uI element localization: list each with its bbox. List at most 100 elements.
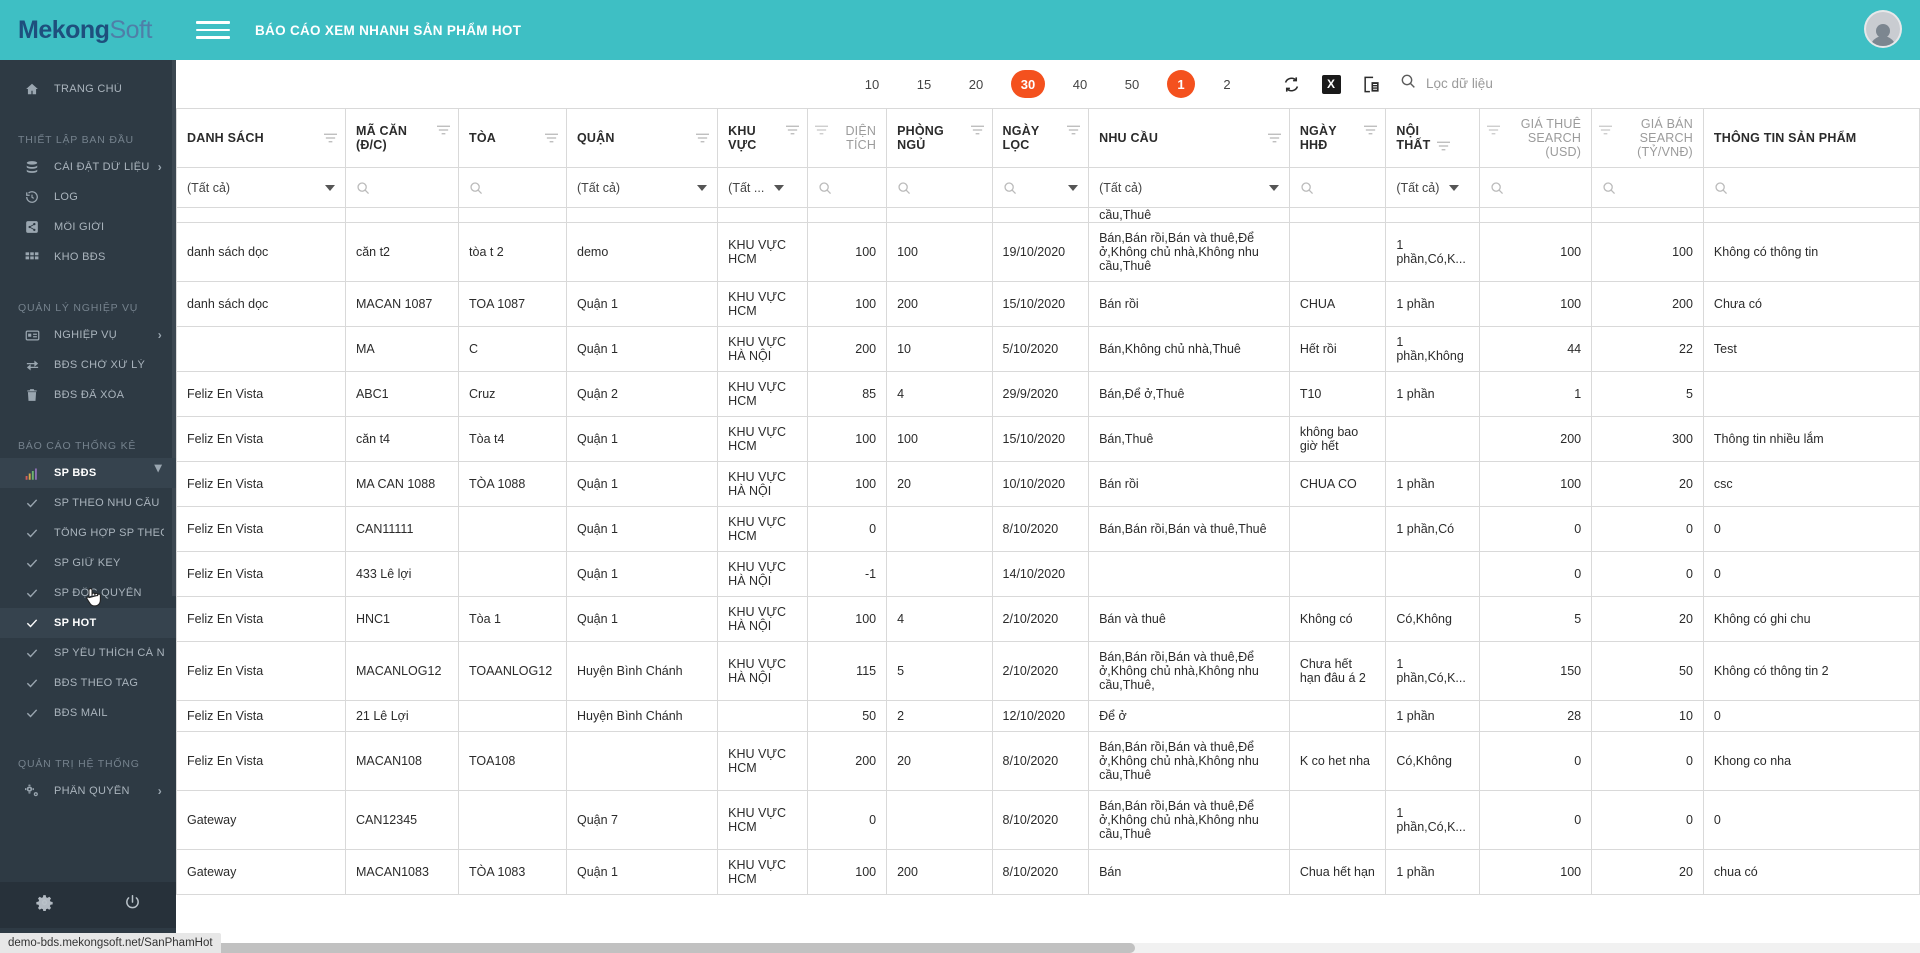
col-header-gia-ban-search[interactable]: GIÁ BÁN SEARCH (tỷ/VNĐ) xyxy=(1591,108,1704,168)
table-row[interactable]: Feliz En Vista MACANLOG12 TOAANLOG12 Huyện … xyxy=(176,641,1920,701)
table-row[interactable]: danh sách dọc căn t2 tòa t 2 demo KHU VỰC HC… xyxy=(176,222,1920,282)
filter-icon[interactable] xyxy=(815,125,829,135)
filter-cell-thong-tin[interactable] xyxy=(1702,167,1920,208)
filter-icon[interactable] xyxy=(786,125,800,135)
filter-cell-danh-sach[interactable]: (Tất cả) xyxy=(176,167,346,208)
col-header-toa[interactable]: TÒA xyxy=(458,108,567,168)
col-header-quan[interactable]: QUẬN xyxy=(565,108,719,168)
filter-icon[interactable] xyxy=(1487,125,1501,135)
search-icon[interactable] xyxy=(1003,181,1017,195)
table-row[interactable]: Feliz En Vista HNC1 Tòa 1 Quận 1 KHU VỰC HÀ … xyxy=(176,596,1920,642)
table-row[interactable]: Feliz En Vista ABC1 Cruz Quận 2 KHU VỰC HCM 8… xyxy=(176,371,1920,417)
col-header-noi-that[interactable]: NỘI THẤT xyxy=(1385,108,1481,168)
sidebar-item-phan-quyen[interactable]: PHÂN QUYỀN › xyxy=(0,776,176,806)
settings-button[interactable] xyxy=(0,894,88,916)
col-header-ngay-loc[interactable]: NGÀY LỌC xyxy=(991,108,1090,168)
page-size-15[interactable]: 15 xyxy=(907,70,941,98)
sidebar-item-home[interactable]: TRANG CHỦ xyxy=(0,74,176,104)
sidebar-item-bds-mail[interactable]: BĐS MAIL xyxy=(0,698,176,728)
page-number-2[interactable]: 2 xyxy=(1213,70,1241,98)
page-size-40[interactable]: 40 xyxy=(1063,70,1097,98)
sidebar-item-kho-bds[interactable]: KHO BĐS xyxy=(0,242,176,272)
page-size-30[interactable]: 30 xyxy=(1011,70,1045,98)
chevron-down-icon[interactable] xyxy=(1268,184,1279,191)
sidebar-item-cai-dat-du-lieu[interactable]: CÀI ĐẶT DỮ LIỆU › xyxy=(0,152,176,182)
col-header-ma-can[interactable]: MÃ CĂN (Đ/C) xyxy=(344,108,460,168)
filter-cell-phong-ngu[interactable] xyxy=(886,167,993,208)
sidebar-item-tong-hop-sp-theo-nc[interactable]: TỔNG HỢP SP THEO N/C xyxy=(0,518,176,548)
chevron-down-icon[interactable] xyxy=(697,184,708,191)
brand-logo[interactable]: MekongSoft xyxy=(0,0,176,60)
search-icon[interactable] xyxy=(818,181,832,195)
sidebar-item-sp-hot[interactable]: SP HOT xyxy=(0,608,176,638)
search-icon[interactable] xyxy=(1300,181,1314,195)
sidebar-item-bds-da-xoa[interactable]: BĐS ĐÃ XÓA xyxy=(0,380,176,410)
filter-cell-ngay-hhd[interactable] xyxy=(1288,167,1387,208)
filter-cell-noi-that[interactable]: (Tất cả) xyxy=(1385,167,1481,208)
filter-cell-toa[interactable] xyxy=(458,167,567,208)
sidebar-item-bds-cho-xu-ly[interactable]: BĐS CHỜ XỬ LÝ xyxy=(0,350,176,380)
table-row[interactable]: danh sách dọc MACAN 1087 TOA 1087 Quận 1 KHU… xyxy=(176,281,1920,327)
sidebar-item-bds-theo-tag[interactable]: BĐS THEO TAG xyxy=(0,668,176,698)
chevron-down-icon[interactable] xyxy=(1068,184,1079,191)
table-row[interactable]: Feliz En Vista 433 Lê lợi Quận 1 KHU VỰC HÀ… xyxy=(176,551,1920,597)
chevron-down-icon[interactable] xyxy=(1449,184,1460,191)
logout-button[interactable] xyxy=(88,894,176,916)
search-icon[interactable] xyxy=(1714,181,1728,195)
filter-icon[interactable] xyxy=(1267,133,1281,143)
filter-icon[interactable] xyxy=(696,133,710,143)
filter-icon[interactable] xyxy=(970,125,984,135)
page-number-1[interactable]: 1 xyxy=(1167,70,1195,98)
filter-icon[interactable] xyxy=(437,125,451,135)
sidebar-item-sp-doc-quyen[interactable]: SP ĐỘC QUYỀN xyxy=(0,578,176,608)
table-row[interactable]: Gateway MACAN1083 TÒA 1083 Quận 1 KHU VỰC HC… xyxy=(176,849,1920,895)
sidebar-item-sp-giu-key[interactable]: SP GIỮ KEY xyxy=(0,548,176,578)
filter-cell-ngay-loc[interactable] xyxy=(991,167,1090,208)
sidebar-item-nghiep-vu[interactable]: NGHIỆP VỤ › xyxy=(0,320,176,350)
filter-cell-gia-thue[interactable] xyxy=(1479,167,1593,208)
col-header-nhu-cau[interactable]: NHU CẦU xyxy=(1088,108,1290,168)
horizontal-scrollbar[interactable] xyxy=(176,943,1920,953)
filter-cell-ma-can[interactable] xyxy=(344,167,460,208)
search-icon[interactable] xyxy=(1490,181,1504,195)
table-row[interactable]: Feliz En Vista MACAN108 TOA108 KHU VỰC HCM 2… xyxy=(176,731,1920,791)
filter-cell-khu-vuc[interactable]: (Tất ... xyxy=(717,167,809,208)
sidebar-item-sp-yeu-thich-ca-nhan[interactable]: SP YÊU THÍCH CÁ NHÂN xyxy=(0,638,176,668)
search-icon[interactable] xyxy=(356,181,370,195)
user-avatar[interactable] xyxy=(1864,10,1902,48)
page-size-10[interactable]: 10 xyxy=(855,70,889,98)
table-row[interactable]: Gateway CAN12345 Quận 7 KHU VỰC HCM 0 8/10/20… xyxy=(176,790,1920,850)
filter-cell-nhu-cau[interactable]: (Tất cả) xyxy=(1088,167,1290,208)
col-header-dien-tich[interactable]: DIỆN TÍCH xyxy=(807,108,888,168)
col-header-khu-vuc[interactable]: KHU VỰC xyxy=(717,108,809,168)
menu-toggle-icon[interactable] xyxy=(196,15,230,45)
filter-icon[interactable] xyxy=(1067,125,1081,135)
data-grid-container[interactable]: DANH SÁCH MÃ CĂN (Đ/C) TÒA QUẬN KHU VỰC xyxy=(176,108,1920,953)
filter-icon[interactable] xyxy=(1364,125,1378,135)
filter-cell-dien-tich[interactable] xyxy=(807,167,888,208)
filter-icon[interactable] xyxy=(323,133,337,143)
filter-icon[interactable] xyxy=(545,133,558,143)
search-icon[interactable] xyxy=(469,181,483,195)
table-row[interactable]: Feliz En Vista MA CAN 1088 TÒA 1088 Quận 1K… xyxy=(176,461,1920,507)
filter-cell-quan[interactable]: (Tất cả) xyxy=(565,167,719,208)
col-header-thong-tin-san-pham[interactable]: THÔNG TIN SẢN PHẨM xyxy=(1702,108,1920,168)
search-icon[interactable] xyxy=(897,181,911,195)
page-size-20[interactable]: 20 xyxy=(959,70,993,98)
export-file-icon[interactable] xyxy=(1360,73,1382,95)
col-header-phong-ngu[interactable]: PHÒNG NGỦ xyxy=(886,108,993,168)
col-header-ngay-hhd[interactable]: NGÀY HHĐ xyxy=(1288,108,1387,168)
table-row[interactable]: Feliz En Vista CAN11111 Quận 1 KHU VỰC HCM 0… xyxy=(176,506,1920,552)
search-filter-box[interactable] xyxy=(1400,73,1900,96)
chevron-down-icon[interactable] xyxy=(774,184,785,191)
sidebar-item-log[interactable]: LOG xyxy=(0,182,176,212)
col-header-gia-thue-search[interactable]: GIÁ THUÊ SEARCH (USD) xyxy=(1479,108,1593,168)
sidebar-item-sp-bds[interactable]: SP BĐS ▾ xyxy=(0,458,176,488)
search-icon[interactable] xyxy=(1602,181,1616,195)
refresh-icon[interactable] xyxy=(1280,73,1302,95)
filter-icon[interactable] xyxy=(1599,125,1613,135)
export-excel-icon[interactable]: X xyxy=(1320,73,1342,95)
scrollbar-thumb[interactable] xyxy=(176,943,1136,953)
col-header-danh-sach[interactable]: DANH SÁCH xyxy=(176,108,346,168)
page-size-50[interactable]: 50 xyxy=(1115,70,1149,98)
